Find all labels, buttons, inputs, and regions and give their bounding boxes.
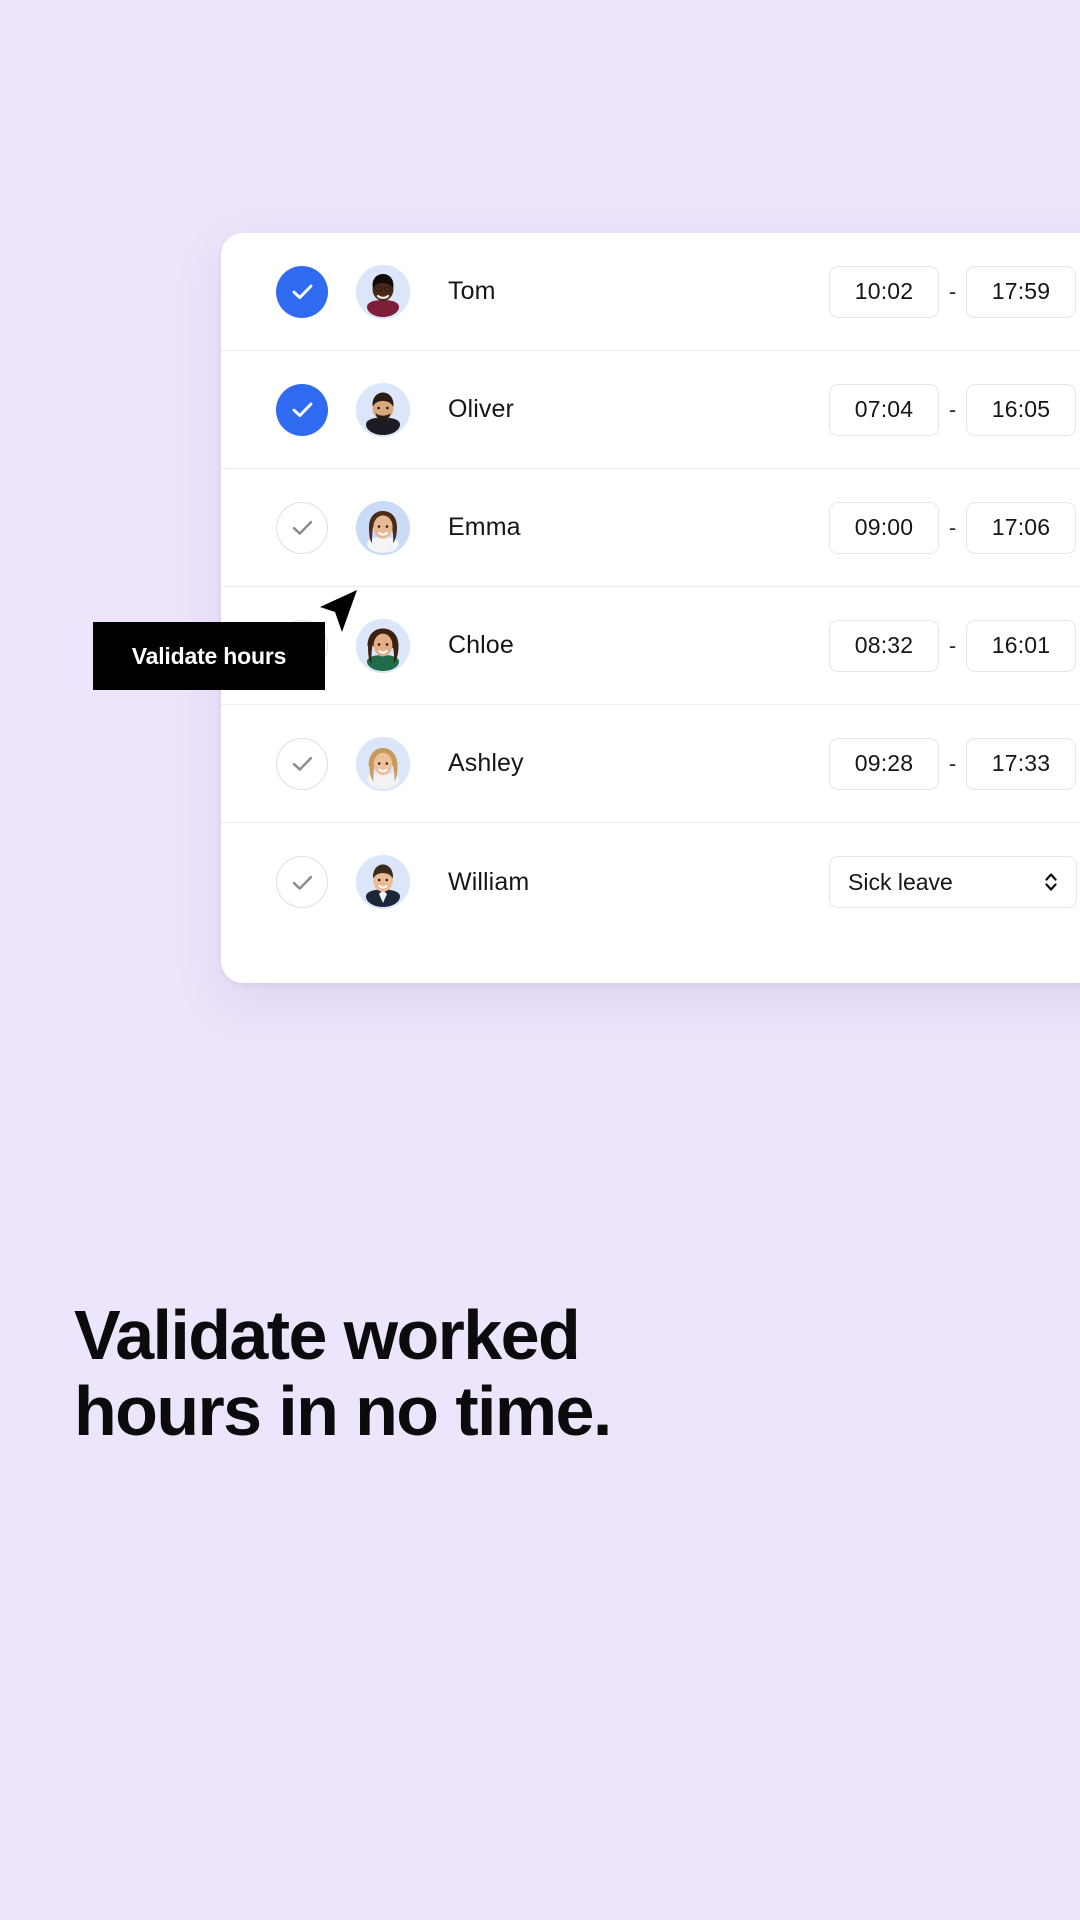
start-time-input[interactable]: 09:28 xyxy=(829,737,939,790)
start-time-input[interactable]: 10:02 xyxy=(829,265,939,318)
cursor-arrow-icon xyxy=(320,590,357,632)
employee-name: Ashley xyxy=(448,749,524,777)
time-separator: - xyxy=(948,750,957,776)
end-time-input[interactable]: 17:06 xyxy=(966,501,1076,554)
table-row[interactable]: Ashley 09:28 - 17:33 xyxy=(221,705,1080,823)
chevron-up-down-icon xyxy=(1045,873,1057,891)
time-range: 09:28 - 17:33 xyxy=(829,737,1076,790)
end-time-input[interactable]: 16:05 xyxy=(966,383,1076,436)
start-time-input[interactable]: 08:32 xyxy=(829,619,939,672)
page-title: Validate worked hours in no time. xyxy=(74,1296,974,1450)
employee-name: Emma xyxy=(448,513,521,541)
avatar-william xyxy=(356,855,410,909)
time-range: 07:04 - 16:05 xyxy=(829,383,1076,436)
end-time-input[interactable]: 16:01 xyxy=(966,619,1076,672)
check-icon xyxy=(292,284,312,300)
employee-rows: Tom 10:02 - 17:59 Oliver 07:04 - 16:05 E… xyxy=(221,233,1080,941)
table-row[interactable]: Emma 09:00 - 17:06 xyxy=(221,469,1080,587)
avatar-tom xyxy=(356,264,410,319)
avatar xyxy=(356,382,410,437)
employee-name: Chloe xyxy=(448,631,514,659)
time-separator: - xyxy=(948,278,957,304)
employee-name: Oliver xyxy=(448,395,514,423)
check-icon xyxy=(292,402,312,418)
time-range: 08:32 - 16:01 xyxy=(829,619,1076,672)
validate-checkbox-emma[interactable] xyxy=(276,501,328,554)
avatar xyxy=(356,618,410,673)
tooltip-validate-hours: Validate hours xyxy=(93,622,325,690)
time-range: 10:02 - 17:59 xyxy=(829,265,1076,318)
time-separator: - xyxy=(948,514,957,540)
avatar-emma xyxy=(356,500,410,555)
time-separator: - xyxy=(948,632,957,658)
avatar-oliver xyxy=(356,382,410,437)
validate-checkbox-tom[interactable] xyxy=(276,265,328,318)
avatar-chloe xyxy=(356,618,410,673)
start-time-input[interactable]: 09:00 xyxy=(829,501,939,554)
table-row[interactable]: Oliver 07:04 - 16:05 xyxy=(221,351,1080,469)
employee-name: Tom xyxy=(448,277,496,305)
time-range: 09:00 - 17:06 xyxy=(829,501,1076,554)
check-icon xyxy=(292,875,312,890)
start-time-input[interactable]: 07:04 xyxy=(829,383,939,436)
validate-checkbox-oliver[interactable] xyxy=(276,383,328,436)
avatar xyxy=(356,264,410,319)
absence-type-value: Sick leave xyxy=(848,868,953,895)
absence-type-select[interactable]: Sick leave xyxy=(829,856,1077,908)
validate-checkbox-ashley[interactable] xyxy=(276,737,328,790)
check-icon xyxy=(292,520,312,535)
avatar xyxy=(356,855,410,909)
end-time-input[interactable]: 17:59 xyxy=(966,265,1076,318)
employee-name: William xyxy=(448,867,530,896)
end-time-input[interactable]: 17:33 xyxy=(966,737,1076,790)
table-row[interactable]: William Sick leave xyxy=(221,823,1080,941)
avatar xyxy=(356,500,410,555)
tooltip-label: Validate hours xyxy=(131,642,287,669)
avatar xyxy=(356,736,410,791)
avatar-ashley xyxy=(356,736,410,791)
headline-line-1: Validate worked xyxy=(74,1296,581,1374)
check-icon xyxy=(292,756,312,771)
validate-checkbox-william[interactable] xyxy=(276,856,328,908)
time-separator: - xyxy=(948,396,957,422)
table-row[interactable]: Tom 10:02 - 17:59 xyxy=(221,233,1080,351)
headline-line-2: hours in no time. xyxy=(74,1371,612,1450)
